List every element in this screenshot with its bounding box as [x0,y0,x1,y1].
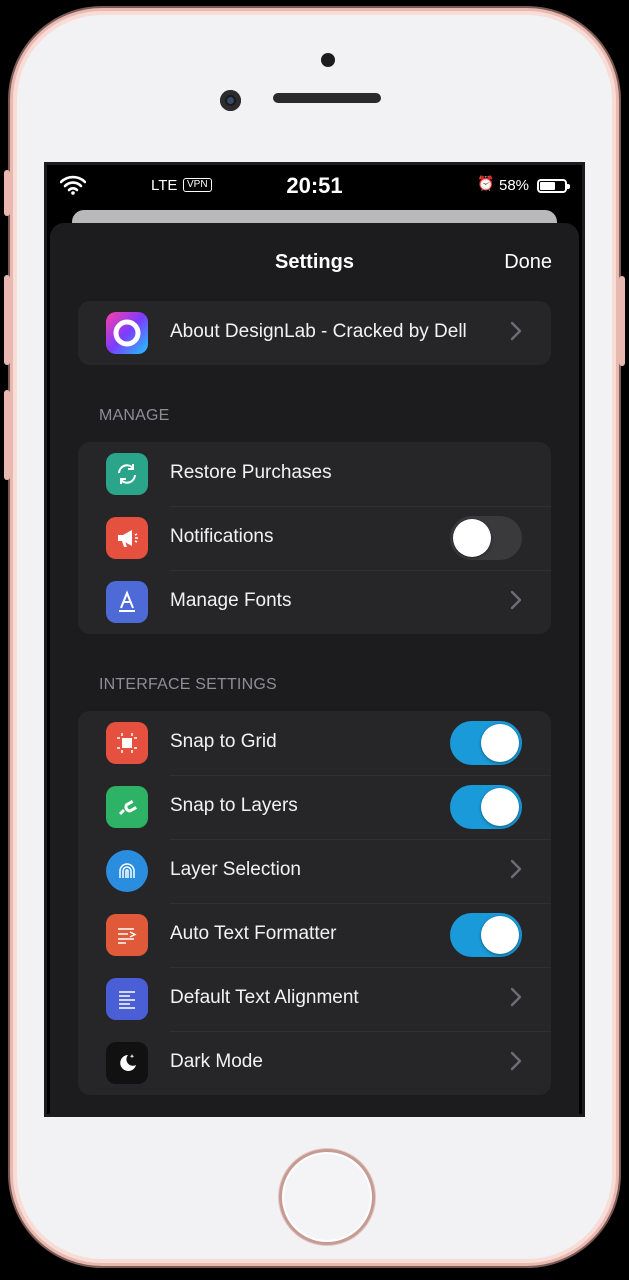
layer-selection-row[interactable]: Layer Selection [78,839,551,903]
power-button[interactable] [619,276,625,366]
grid-snap-icon [106,722,148,764]
notifications-label: Notifications [170,526,274,547]
alarm-icon: ⏰ [477,175,495,191]
dark-mode-label: Dark Mode [170,1051,263,1072]
manage-fonts-row[interactable]: Manage Fonts [78,570,551,634]
snap-to-layers-toggle[interactable] [450,785,522,829]
screen: LTE VPN 20:51 ⏰ 58% Settings Done About … [44,162,585,1117]
proximity-sensor [321,53,335,67]
moon-icon [106,1042,148,1084]
dark-mode-row[interactable]: Dark Mode [78,1031,551,1095]
align-left-icon [106,978,148,1020]
fingerprint-icon [106,850,148,892]
font-icon [106,581,148,623]
volume-down-button[interactable] [4,390,10,480]
snap-to-layers-row: Snap to Layers [78,775,551,839]
snap-to-grid-toggle[interactable] [450,721,522,765]
battery-percent: 58% [499,177,530,194]
designlab-logo-icon [106,312,148,354]
default-text-alignment-label: Default Text Alignment [170,987,359,1008]
manage-section-header: MANAGE [99,407,170,424]
restore-icon [106,453,148,495]
manage-group: Restore Purchases Notifications Manage F… [78,442,551,634]
toggle-knob [481,916,519,954]
nav-bar: Settings Done [50,223,579,301]
volume-up-button[interactable] [4,275,10,365]
layer-selection-label: Layer Selection [170,859,301,880]
notifications-row: Notifications [78,506,551,570]
restore-purchases-label: Restore Purchases [170,462,332,483]
chevron-right-icon [510,1051,522,1071]
about-group: About DesignLab - Cracked by Dell [78,301,551,365]
chevron-right-icon [510,859,522,879]
toggle-knob [481,724,519,762]
auto-text-formatter-row: Auto Text Formatter [78,903,551,967]
page-title: Settings [275,251,354,273]
toggle-knob [481,788,519,826]
restore-purchases-row[interactable]: Restore Purchases [78,442,551,506]
chevron-right-icon [510,987,522,1007]
snap-to-layers-label: Snap to Layers [170,795,298,816]
status-bar: LTE VPN 20:51 ⏰ 58% [47,165,582,209]
auto-text-formatter-toggle[interactable] [450,913,522,957]
front-camera [220,90,241,111]
default-text-alignment-row[interactable]: Default Text Alignment [78,967,551,1031]
interface-settings-group: Snap to Grid Snap to Layers Layer Select… [78,711,551,1095]
manage-fonts-label: Manage Fonts [170,590,292,611]
text-format-icon [106,914,148,956]
chevron-right-icon [510,590,522,610]
interface-section-header: INTERFACE SETTINGS [99,676,277,693]
auto-text-formatter-label: Auto Text Formatter [170,923,337,944]
toggle-knob [453,519,491,557]
magnet-icon [106,786,148,828]
about-row[interactable]: About DesignLab - Cracked by Dell [78,301,551,365]
settings-sheet: Settings Done About DesignLab - Cracked … [50,223,579,1114]
megaphone-icon [106,517,148,559]
home-button[interactable] [279,1149,375,1245]
battery-icon [537,179,570,193]
mute-switch[interactable] [4,170,10,216]
about-label: About DesignLab - Cracked by Dell [170,321,467,342]
earpiece-speaker [273,93,381,103]
done-button[interactable]: Done [504,251,552,274]
snap-to-grid-label: Snap to Grid [170,731,277,752]
snap-to-grid-row: Snap to Grid [78,711,551,775]
notifications-toggle[interactable] [450,516,522,560]
chevron-right-icon [510,321,522,341]
